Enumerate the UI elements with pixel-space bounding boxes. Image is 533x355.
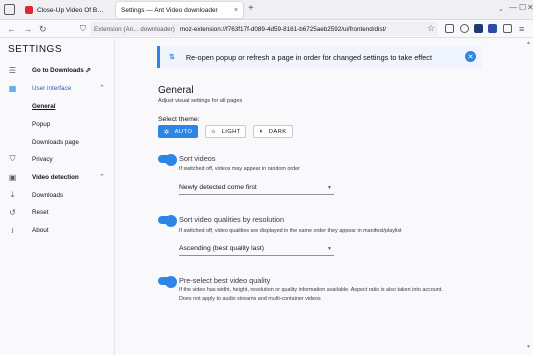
- theme-button-label: DARK: [268, 128, 287, 135]
- dropdown-arrow-icon: ▼: [327, 185, 332, 191]
- sidebar-item-label: About: [32, 226, 49, 234]
- grid-icon: ▦: [8, 83, 17, 93]
- settings-notice-banner: ⇅ Re-open popup or refresh a page in ord…: [157, 46, 482, 68]
- theme-auto-button[interactable]: ✲ AUTO: [158, 125, 198, 138]
- bookmark-star-icon[interactable]: ☆: [427, 23, 435, 34]
- sidebar-item-about[interactable]: i About: [0, 223, 114, 237]
- sidebar-item-label: General: [32, 102, 56, 110]
- chevron-up-icon: ⌃: [99, 174, 105, 181]
- sidebar-divider: [114, 38, 115, 355]
- reset-icon: ↺: [9, 207, 16, 217]
- close-tab-icon[interactable]: ×: [234, 7, 238, 14]
- sort-videos-toggle[interactable]: [158, 154, 177, 166]
- preselect-quality-toggle[interactable]: [158, 276, 177, 288]
- select-value: Ascending (best quality last): [179, 245, 265, 252]
- scroll-down-icon[interactable]: ▼: [526, 344, 531, 350]
- sort-videos-select[interactable]: Newly detected come first ▼: [179, 183, 334, 195]
- preselect-quality-desc-2: Does not apply to audio streams and mult…: [179, 296, 321, 302]
- sidebar-item-label: Go to Downloads ⬀: [32, 66, 91, 74]
- extension-identity-label[interactable]: Extension (An... downloader): [94, 26, 175, 33]
- page-scrollbar[interactable]: ▲ ▼: [526, 38, 533, 355]
- refresh-notice-icon: ⇅: [169, 54, 175, 61]
- pocket-icon[interactable]: [445, 24, 454, 33]
- download-icon: ⤓: [10, 190, 15, 199]
- shield-icon: ⛉: [9, 154, 16, 163]
- sidebar-item-privacy[interactable]: ⛉ Privacy: [0, 152, 114, 166]
- sort-qualities-desc: If switched off, video qualities are dis…: [179, 228, 402, 234]
- dropdown-arrow-icon: ▼: [327, 246, 332, 252]
- tab-strip: Close-Up Video Of Butterfly On Settings …: [0, 0, 533, 20]
- maximize-button[interactable]: ☐: [519, 3, 526, 12]
- sidebar-item-label: Popup: [32, 120, 51, 128]
- theme-button-label: AUTO: [174, 128, 193, 135]
- sidebar-item-downloads[interactable]: ⤓ Downloads: [0, 188, 114, 202]
- sidebar-item-label: Reset: [32, 208, 49, 216]
- chevron-up-icon: ⌃: [99, 85, 105, 92]
- sort-qualities-title: Sort video qualities by resolution: [179, 215, 285, 224]
- tab-settings[interactable]: Settings — Ant Video downloader ×: [116, 2, 243, 18]
- sidebar-item-video-detection[interactable]: ▣ Video detection ⌃: [0, 170, 114, 184]
- preselect-quality-title: Pre-select best video quality: [179, 276, 271, 285]
- tab-title: Settings — Ant Video downloader: [121, 6, 218, 14]
- section-title: General: [158, 85, 194, 96]
- shield-icon[interactable]: ⛉: [80, 23, 86, 35]
- section-subtitle: Adjust visual settings for all pages: [158, 98, 243, 104]
- extension-icon[interactable]: [488, 24, 497, 33]
- sort-videos-title: Sort videos: [179, 154, 216, 163]
- minimize-button[interactable]: —: [509, 3, 517, 12]
- reload-button[interactable]: ↻: [39, 23, 47, 35]
- sidebar-item-label: Privacy: [32, 155, 53, 163]
- sort-qualities-select[interactable]: Ascending (best quality last) ▼: [179, 244, 334, 256]
- notice-text: Re-open popup or refresh a page in order…: [185, 52, 432, 62]
- auto-theme-icon: ✲: [163, 128, 170, 136]
- new-tab-button[interactable]: +: [248, 3, 254, 14]
- navigation-bar: ← → ↻ ⛉ Extension (An... downloader) moz…: [0, 20, 533, 38]
- info-icon: i: [11, 225, 14, 235]
- sidebar-item-label: User interface: [32, 84, 72, 92]
- menu-icon[interactable]: ≡: [519, 23, 524, 35]
- theme-button-label: LIGHT: [221, 128, 241, 135]
- sidebar-item-user-interface[interactable]: ▦ User interface ⌃: [0, 81, 114, 95]
- sun-icon: ☼: [210, 128, 217, 135]
- close-notice-button[interactable]: ✕: [465, 51, 476, 62]
- address-bar[interactable]: Extension (An... downloader) moz-extensi…: [90, 22, 438, 36]
- settings-title: SETTINGS: [8, 44, 63, 55]
- theme-light-button[interactable]: ☼ LIGHT: [205, 125, 246, 138]
- firefox-view-icon[interactable]: [4, 4, 15, 15]
- tab-title: Close-Up Video Of Butterfly On: [37, 6, 107, 14]
- url-text[interactable]: moz-extension://f763f17f-d089-4d59-8161-…: [180, 26, 386, 33]
- youtube-favicon-icon: [25, 6, 33, 14]
- sidebar-item-downloads-page[interactable]: Downloads page: [0, 135, 114, 149]
- list-all-tabs-button[interactable]: ⌄: [498, 5, 504, 13]
- sidebar-item-label: Video detection: [32, 173, 79, 181]
- scroll-up-icon[interactable]: ▲: [526, 40, 531, 46]
- download-page-icon: ☰: [8, 65, 17, 75]
- theme-dark-button[interactable]: ◐ DARK: [253, 125, 293, 138]
- sidebar-item-label: Downloads page: [32, 138, 79, 146]
- account-icon[interactable]: [460, 24, 469, 33]
- settings-sidebar: SETTINGS ☰ Go to Downloads ⬀ ▦ User inte…: [0, 38, 114, 355]
- extension-ant-icon[interactable]: [474, 24, 483, 33]
- tab-butterfly[interactable]: Close-Up Video Of Butterfly On: [20, 2, 112, 18]
- extensions-puzzle-icon[interactable]: [503, 24, 512, 33]
- select-value: Newly detected come first: [179, 184, 257, 191]
- theme-label: Select theme:: [158, 116, 200, 123]
- moon-icon: ◐: [259, 128, 264, 135]
- forward-button[interactable]: →: [23, 23, 32, 35]
- sidebar-item-reset[interactable]: ↺ Reset: [0, 205, 114, 219]
- sidebar-item-label: Downloads: [32, 191, 64, 199]
- back-button[interactable]: ←: [7, 23, 16, 35]
- sidebar-item-popup[interactable]: Popup: [0, 117, 114, 131]
- sidebar-item-go-to-downloads[interactable]: ☰ Go to Downloads ⬀: [0, 63, 114, 77]
- video-icon: ▣: [8, 172, 17, 182]
- sort-videos-desc: If switched off, videos may appear in ra…: [179, 166, 300, 172]
- sort-qualities-toggle[interactable]: [158, 215, 177, 227]
- preselect-quality-desc: If the video has widht, height, resoluti…: [179, 287, 443, 293]
- sidebar-item-general[interactable]: General: [0, 99, 114, 113]
- close-window-button[interactable]: ✕: [527, 3, 533, 12]
